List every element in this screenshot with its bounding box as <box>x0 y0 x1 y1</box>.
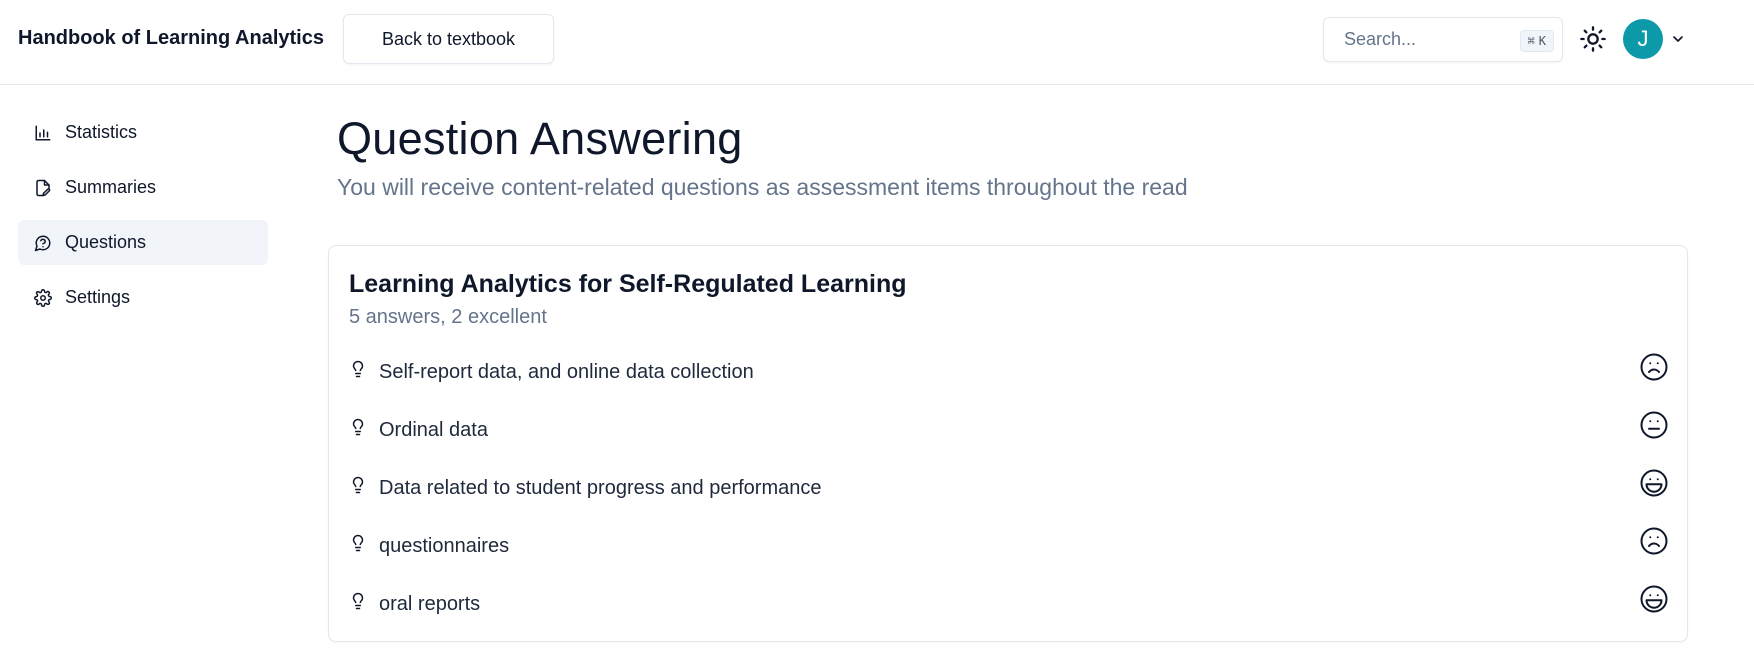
answer-item: Data related to student progress and per… <box>349 462 1669 520</box>
answer-text: oral reports <box>379 593 481 615</box>
answer-item: oral reports <box>349 578 1669 636</box>
user-avatar[interactable]: J <box>1623 19 1663 59</box>
page-title: Question Answering <box>337 113 743 164</box>
top-header: Handbook of Learning Analytics Back to t… <box>0 0 1754 85</box>
sun-icon <box>1580 26 1606 52</box>
sidebar-item-label: Settings <box>65 287 131 307</box>
lightbulb-icon <box>352 418 364 436</box>
sidebar-item-settings[interactable]: Settings <box>18 275 268 320</box>
message-question-icon <box>33 233 53 253</box>
chevron-down-icon <box>1673 36 1683 42</box>
answer-item: Self-report data, and online data collec… <box>349 346 1669 404</box>
sidebar-nav: Statistics Summaries Questions Settings <box>18 110 268 330</box>
app-title[interactable]: Handbook of Learning Analytics <box>18 27 324 50</box>
answers-summary: 5 answers, 2 excellent <box>349 306 547 328</box>
answer-item: questionnaires <box>349 520 1669 578</box>
sidebar-item-label: Questions <box>65 232 147 252</box>
page-subtitle: You will receive content-related questio… <box>337 174 1188 200</box>
k-key-label: K <box>1538 34 1546 48</box>
laugh-icon[interactable] <box>1639 468 1669 498</box>
search-shortcut-hint: ⌘ K <box>1519 30 1554 52</box>
answer-text: Self-report data, and online data collec… <box>379 361 754 383</box>
account-menu-toggle[interactable] <box>1668 29 1688 49</box>
sidebar-item-label: Statistics <box>65 122 138 142</box>
lightbulb-icon <box>352 534 364 552</box>
laugh-icon[interactable] <box>1639 584 1669 614</box>
answer-text: questionnaires <box>379 535 510 557</box>
lightbulb-icon <box>352 360 364 378</box>
gear-icon <box>33 288 53 308</box>
answer-text: Data related to student progress and per… <box>379 477 822 499</box>
frown-icon[interactable] <box>1639 352 1669 382</box>
sidebar-item-label: Summaries <box>65 177 157 197</box>
sidebar-item-statistics[interactable]: Statistics <box>18 110 268 155</box>
bar-chart-icon <box>33 123 53 143</box>
answers-list: Self-report data, and online data collec… <box>349 346 1669 636</box>
meh-icon[interactable] <box>1639 410 1669 440</box>
answer-text: Ordinal data <box>379 419 488 441</box>
back-to-textbook-button[interactable]: Back to textbook <box>343 14 554 64</box>
chapter-answers-card: Learning Analytics for Self-Regulated Le… <box>328 245 1688 642</box>
chapter-title: Learning Analytics for Self-Regulated Le… <box>349 270 907 298</box>
lightbulb-icon <box>352 592 364 610</box>
command-key-label: ⌘ <box>1527 34 1535 48</box>
search-box[interactable]: ⌘ K <box>1323 17 1563 62</box>
theme-toggle-button[interactable] <box>1575 21 1611 57</box>
lightbulb-icon <box>352 476 364 494</box>
sidebar-item-summaries[interactable]: Summaries <box>18 165 268 210</box>
frown-icon[interactable] <box>1639 526 1669 556</box>
answer-item: Ordinal data <box>349 404 1669 462</box>
file-pen-icon <box>33 178 53 198</box>
sidebar-item-questions[interactable]: Questions <box>18 220 268 265</box>
search-input[interactable] <box>1324 18 1504 61</box>
